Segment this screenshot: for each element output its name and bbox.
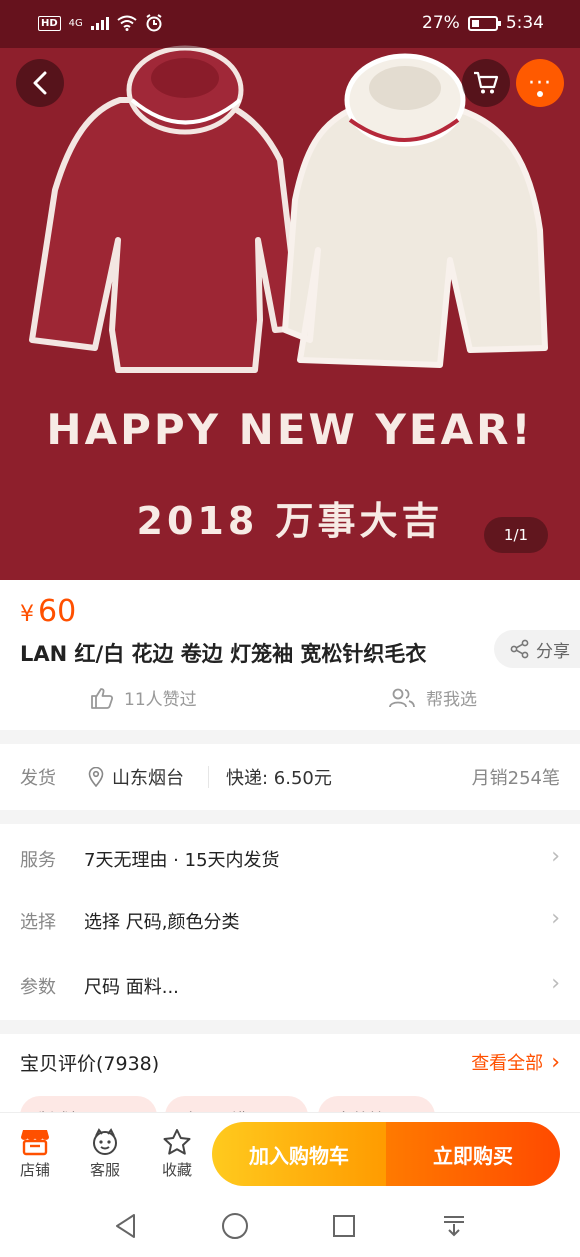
share-icon <box>510 639 529 659</box>
system-back-button[interactable] <box>106 1208 146 1244</box>
divider <box>208 766 209 788</box>
select-value: 选择 尺码,颜色分类 <box>84 912 240 933</box>
cart-button[interactable] <box>462 59 510 107</box>
params-value: 尺码 面料... <box>84 977 179 998</box>
hero-headline: HAPPY NEW YEAR! <box>46 405 534 454</box>
image-counter: 1/1 <box>484 517 548 553</box>
likes-count: 11人赞过 <box>124 690 197 710</box>
thumbs-up-icon <box>91 687 114 709</box>
select-label: 选择 <box>20 912 56 933</box>
chevron-right-icon: › <box>551 906 560 931</box>
share-button[interactable]: 分享 <box>494 630 580 668</box>
red-collar <box>126 45 244 135</box>
view-all-label: 查看全部 <box>471 1053 544 1074</box>
shop-button[interactable]: 店铺 <box>5 1125 65 1180</box>
circle-home-icon <box>222 1213 248 1239</box>
status-bar: HD 4G 27% 5:34 <box>0 0 580 48</box>
help-choose-button[interactable]: 帮我选 <box>388 685 477 710</box>
back-button[interactable] <box>16 59 64 107</box>
currency-symbol: ¥ <box>20 602 34 627</box>
price-value: 60 <box>38 594 77 629</box>
battery-icon <box>467 15 501 31</box>
buy-now-button[interactable]: 立即购买 <box>386 1122 560 1186</box>
battery-percent: 27% <box>422 13 460 33</box>
share-label: 分享 <box>536 641 570 662</box>
square-recents-icon <box>333 1215 355 1237</box>
params-row[interactable]: 参数 尺码 面料... › <box>0 953 580 1013</box>
shipping-location: 山东烟台 <box>88 764 184 790</box>
shop-label: 店铺 <box>19 1161 50 1179</box>
notification-dot <box>537 91 543 97</box>
product-detail-page: HD 4G 27% 5:34 ··· HAPPY NEW YEAR! 2018 … <box>0 0 580 1257</box>
service-value: 7天无理由 · 15天内发货 <box>84 850 280 871</box>
red-sweater <box>29 97 303 390</box>
service-label: 服务 <box>20 850 56 871</box>
clock: 5:34 <box>505 13 544 33</box>
bottom-action-bar: 店铺 客服 收藏 加入购物车 立即购买 <box>0 1112 580 1196</box>
customer-service-button[interactable]: 客服 <box>75 1125 135 1180</box>
shop-icon <box>21 1130 49 1156</box>
chevron-right-icon: › <box>551 844 560 869</box>
customer-service-label: 客服 <box>89 1161 120 1179</box>
chevron-left-icon <box>33 71 47 95</box>
product-info-card: ¥ 60 LAN 红/白 花边 卷边 灯笼袖 宽松针织毛衣 分享 11人赞过 帮… <box>0 580 580 730</box>
signal-icon <box>90 16 109 30</box>
people-icon <box>389 688 415 707</box>
shipping-label: 发货 <box>20 768 56 789</box>
price: ¥ 60 <box>20 594 76 629</box>
system-dropdown-button[interactable] <box>434 1208 474 1244</box>
add-to-cart-button[interactable]: 加入购物车 <box>212 1122 386 1186</box>
service-row[interactable]: 服务 7天无理由 · 15天内发货 › <box>0 826 580 886</box>
hd-badge: HD <box>38 15 61 31</box>
params-label: 参数 <box>20 977 56 998</box>
reviews-title: 宝贝评价(7938) <box>20 1053 160 1075</box>
cart-icon <box>474 71 499 94</box>
monthly-sales: 月销254笔 <box>471 768 560 789</box>
select-options-row[interactable]: 选择 选择 尺码,颜色分类 › <box>0 888 580 948</box>
system-navigation-bar <box>0 1196 580 1257</box>
favorite-button[interactable]: 收藏 <box>147 1125 207 1180</box>
view-all-reviews-link[interactable]: 查看全部 › <box>471 1049 560 1075</box>
like-button[interactable]: 11人赞过 <box>90 685 197 710</box>
help-choose-label: 帮我选 <box>426 690 477 710</box>
shipping-location-text: 山东烟台 <box>112 768 184 789</box>
alarm-icon <box>146 14 162 32</box>
customer-service-icon <box>93 1128 117 1155</box>
system-home-button[interactable] <box>215 1208 255 1244</box>
system-recents-button[interactable] <box>324 1208 364 1244</box>
network-type: 4G <box>68 17 83 29</box>
location-pin-icon <box>88 767 104 787</box>
product-title: LAN 红/白 花边 卷边 灯笼袖 宽松针织毛衣 <box>20 642 427 666</box>
product-image-carousel[interactable]: HD 4G 27% 5:34 ··· HAPPY NEW YEAR! 2018 … <box>0 0 580 580</box>
white-collar <box>344 53 466 147</box>
shipping-row[interactable]: 发货 山东烟台 快递: 6.50元 月销254笔 <box>0 744 580 810</box>
star-icon <box>163 1129 191 1155</box>
shipping-fee: 快递: 6.50元 <box>226 768 332 789</box>
white-sweater <box>282 107 548 368</box>
chevron-right-icon: › <box>551 971 560 996</box>
specs-card: 服务 7天无理由 · 15天内发货 › 选择 选择 尺码,颜色分类 › 参数 尺… <box>0 824 580 1020</box>
pull-down-icon <box>444 1216 464 1237</box>
wifi-icon <box>117 15 137 31</box>
favorite-label: 收藏 <box>161 1161 192 1179</box>
more-button[interactable]: ··· <box>516 59 564 107</box>
chevron-right-icon: › <box>551 1049 560 1075</box>
triangle-back-icon <box>116 1214 135 1238</box>
